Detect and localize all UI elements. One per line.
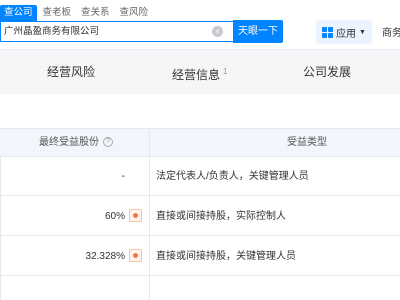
caret-down-icon: ▼	[359, 28, 366, 36]
clear-icon[interactable]: ×	[212, 26, 223, 37]
column-header-share-label: 最终受益股份	[39, 137, 99, 148]
help-icon[interactable]: ?	[103, 137, 113, 148]
spacer	[0, 94, 400, 128]
grid-icon	[322, 26, 333, 38]
section-nav: 经营风险 经营信息 1 公司发展	[0, 50, 400, 94]
table-row	[0, 277, 400, 300]
nav-item-label: 公司发展	[303, 65, 352, 79]
column-header-type: 受益类型	[287, 137, 327, 148]
nav-item-label: 经营信息	[172, 68, 221, 82]
column-divider	[149, 128, 150, 300]
nav-item-label: 经营风险	[47, 65, 96, 79]
share-value: 32.328%	[85, 251, 125, 262]
benefit-type: 法定代表人/负责人，关键管理人员	[156, 171, 309, 182]
search-button[interactable]: 天眼一下	[233, 20, 283, 43]
tab-search-company[interactable]: 查公司	[0, 5, 37, 21]
equity-path-icon[interactable]	[129, 249, 142, 262]
apps-button[interactable]: 应用 ▼	[316, 20, 372, 44]
search-type-tabs: 查公司 查老板 查关系 查风险	[0, 5, 154, 21]
table-row: 60% 直接或间接持股，实际控制人	[0, 197, 400, 236]
apps-label: 应用	[336, 28, 356, 40]
top-bar: 查公司 查老板 查关系 查风险 广州晶盈商务有限公司 × 天眼一下 应用 ▼ 商…	[0, 0, 400, 50]
nav-item-company-development[interactable]: 公司发展	[303, 50, 351, 94]
biz-link[interactable]: 商务	[382, 24, 400, 39]
nav-item-operating-risk[interactable]: 经营风险	[47, 50, 95, 94]
search-input[interactable]: 广州晶盈商务有限公司	[0, 21, 233, 42]
benefit-type: 直接或间接持股，关键管理人员	[156, 251, 296, 262]
table-row: - 法定代表人/负责人，关键管理人员	[0, 157, 400, 196]
table-left-border	[0, 157, 1, 300]
share-value: 60%	[104, 211, 125, 222]
tab-search-boss[interactable]: 查老板	[39, 5, 76, 21]
nav-item-operating-info[interactable]: 经营信息 1	[172, 50, 227, 94]
nav-item-count: 1	[223, 67, 228, 76]
table-header: 最终受益股份? 受益类型	[0, 128, 400, 157]
table-row: 32.328% 直接或间接持股，关键管理人员	[0, 237, 400, 276]
column-header-share: 最终受益股份?	[39, 129, 113, 156]
equity-path-icon[interactable]	[129, 209, 142, 222]
tab-search-risk[interactable]: 查风险	[116, 5, 153, 21]
tab-search-relation[interactable]: 查关系	[77, 5, 114, 21]
share-value: -	[121, 171, 125, 182]
benefit-type: 直接或间接持股，实际控制人	[156, 211, 286, 222]
